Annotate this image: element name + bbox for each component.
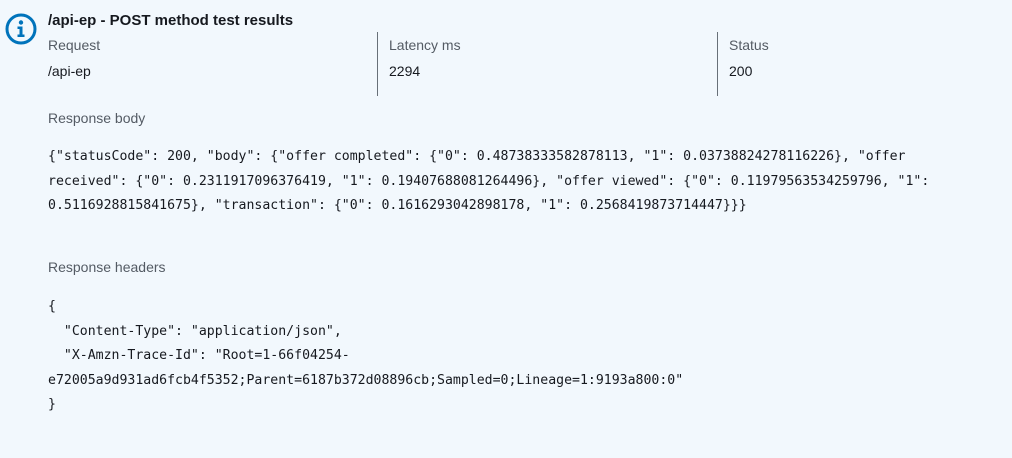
response-headers-line: {	[48, 299, 56, 314]
response-body-content: {"statusCode": 200, "body": {"offer comp…	[48, 145, 998, 219]
latency-label: Latency ms	[389, 37, 461, 53]
latency-value: 2294	[389, 63, 421, 79]
response-headers-line: "X-Amzn-Trace-Id": "Root=1-66f04254-	[48, 348, 350, 363]
response-body-line: received": {"0": 0.2311917096376419, "1"…	[48, 173, 930, 189]
status-column: Status 200	[717, 32, 1008, 96]
request-value: /api-ep	[48, 63, 91, 79]
request-column: Request /api-ep	[48, 32, 376, 96]
response-body-line: 0.5116928815841675}, "transaction": {"0"…	[48, 198, 747, 213]
test-results-alert: /api-ep - POST method test results Reque…	[0, 0, 1012, 458]
status-label: Status	[729, 37, 769, 53]
alert-title: /api-ep - POST method test results	[48, 12, 294, 29]
status-value: 200	[729, 63, 753, 79]
response-headers-line: }	[48, 397, 56, 412]
response-headers-label: Response headers	[48, 259, 166, 275]
response-headers-content: { "Content-Type": "application/json", "X…	[48, 295, 998, 418]
response-headers-line: "Content-Type": "application/json",	[48, 323, 342, 339]
response-body-line: {"statusCode": 200, "body": {"offer comp…	[48, 149, 906, 164]
info-icon	[5, 13, 37, 45]
response-body-label: Response body	[48, 110, 146, 126]
latency-column: Latency ms 2294	[377, 32, 717, 96]
request-label: Request	[48, 37, 101, 53]
response-headers-line: e72005a9d931ad6fcb4f5352;Parent=6187b372…	[48, 372, 684, 388]
